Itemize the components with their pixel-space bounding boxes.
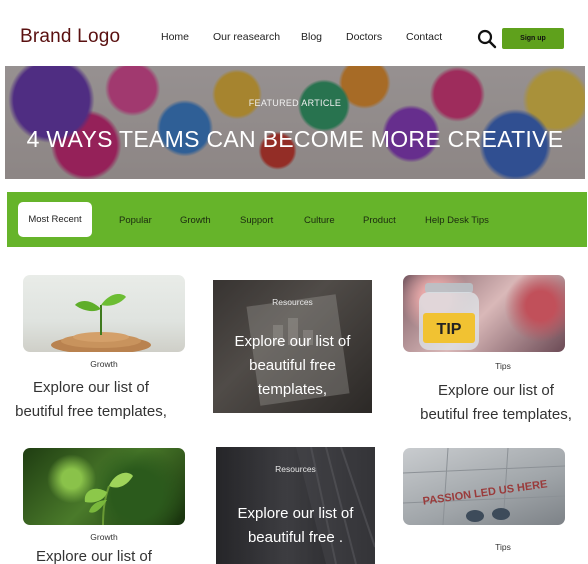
search-icon[interactable] bbox=[477, 29, 497, 49]
card-image-passion-led-us-here[interactable]: PASSION LED US HERE bbox=[403, 448, 565, 525]
nav-blog[interactable]: Blog bbox=[301, 31, 322, 43]
nav-home[interactable]: Home bbox=[161, 31, 189, 43]
card-text[interactable]: Explore our list of beutiful free templa… bbox=[405, 379, 587, 427]
card-text[interactable]: Explore our list of bbox=[4, 545, 184, 564]
signup-button[interactable]: Sign up bbox=[502, 28, 564, 49]
card-text: Explore our list of beautiful free templ… bbox=[219, 330, 366, 402]
tab-growth[interactable]: Growth bbox=[180, 215, 211, 226]
nav-our-research[interactable]: Our reasearch bbox=[213, 31, 280, 43]
card-resources-dark[interactable]: Resources Explore our list of beautiful … bbox=[213, 280, 372, 413]
nav-contact[interactable]: Contact bbox=[406, 31, 442, 43]
brand-logo[interactable]: Brand Logo bbox=[20, 26, 120, 48]
card-text-line: Explore our list of bbox=[234, 333, 351, 350]
hero-title: 4 WAYS TEAMS CAN BECOME MORE CREATIVE bbox=[26, 126, 564, 152]
tab-most-recent[interactable]: Most Recent bbox=[18, 202, 92, 237]
nav-doctors[interactable]: Doctors bbox=[346, 31, 382, 43]
card-category: Tips bbox=[495, 361, 511, 371]
pavement-text: PASSION LED US HERE bbox=[422, 478, 548, 507]
card-text-line: beutiful free templates, bbox=[15, 403, 167, 420]
tab-culture[interactable]: Culture bbox=[304, 215, 335, 226]
card-image-plant-coins[interactable] bbox=[23, 275, 185, 352]
tab-support[interactable]: Support bbox=[240, 215, 273, 226]
card-text-line: Explore our list of bbox=[237, 505, 354, 522]
card-text-line: templates, bbox=[257, 381, 328, 398]
card-text-line: beautiful free . bbox=[247, 529, 344, 546]
card-text-line: Explore our list of bbox=[36, 548, 152, 564]
featured-hero[interactable]: FEATURED ARTICLE 4 WAYS TEAMS CAN BECOME… bbox=[5, 66, 585, 179]
card-category: Resources bbox=[275, 464, 316, 474]
tab-popular[interactable]: Popular bbox=[119, 215, 152, 226]
card-text-line: beutiful free templates, bbox=[420, 406, 572, 423]
jar-label: TIP bbox=[437, 321, 462, 338]
card-category: Resources bbox=[272, 297, 313, 307]
card-resources-dark[interactable]: Resources Explore our list of beautiful … bbox=[216, 447, 375, 564]
card-text[interactable]: Explore our list of beutiful free templa… bbox=[0, 376, 182, 424]
category-tab-bar: Most Recent Popular Growth Support Cultu… bbox=[7, 192, 587, 247]
page: Brand Logo Home Our reasearch Blog Docto… bbox=[0, 0, 588, 564]
card-category: Tips bbox=[495, 542, 511, 552]
hero-kicker: FEATURED ARTICLE bbox=[248, 98, 342, 108]
card-text-line: Explore our list of bbox=[33, 379, 149, 396]
top-header: Brand Logo Home Our reasearch Blog Docto… bbox=[0, 0, 588, 66]
card-category: Growth bbox=[90, 359, 118, 369]
card-text-line: beautiful free bbox=[249, 357, 336, 374]
card-image-sprout[interactable] bbox=[23, 448, 185, 525]
card-text: Explore our list of beautiful free . bbox=[222, 502, 369, 550]
card-image-tip-jar[interactable]: TIP bbox=[403, 275, 565, 352]
tab-help-desk-tips[interactable]: Help Desk Tips bbox=[425, 215, 489, 226]
card-text-line: Explore our list of bbox=[438, 382, 554, 399]
card-category: Growth bbox=[90, 532, 118, 542]
tab-product[interactable]: Product bbox=[363, 215, 396, 226]
